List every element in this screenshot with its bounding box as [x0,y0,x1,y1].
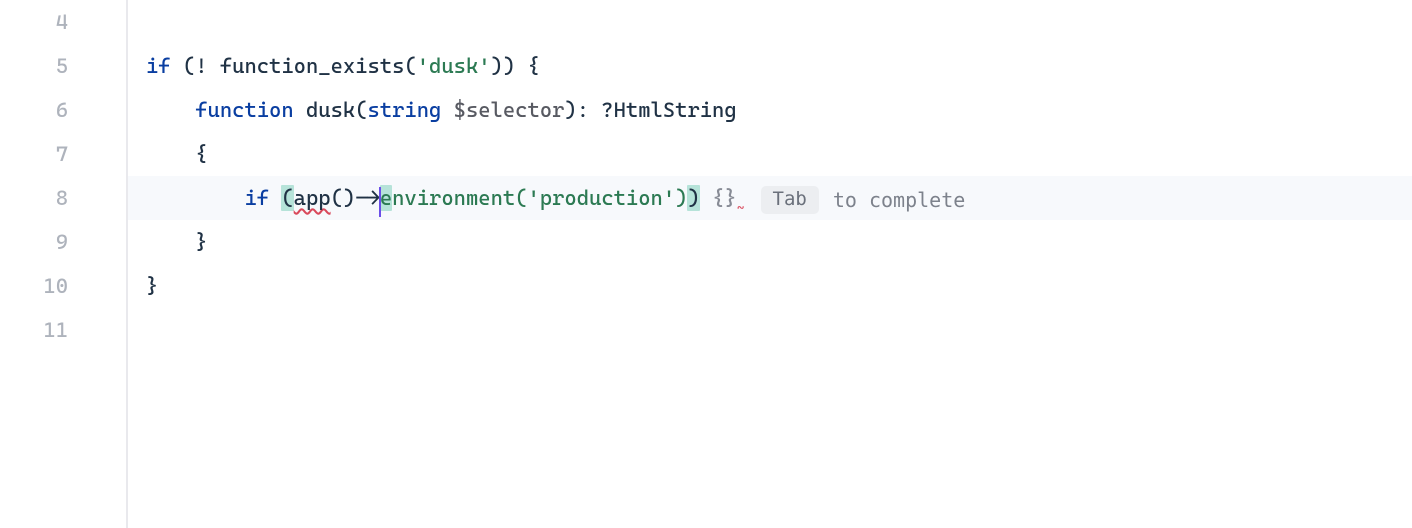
line-number: 10 [0,264,126,308]
indent [146,142,195,166]
code-area[interactable]: if (! function_exists('dusk')) { functio… [128,0,1412,528]
ghost-braces: {} [712,186,737,210]
paren: ( [404,54,416,78]
line-number: 4 [0,0,126,44]
string-literal: 'dusk' [417,54,491,78]
indent [146,186,244,210]
func-call: app [294,186,331,210]
line-number: 5 [0,44,126,88]
keyword-if: if [244,186,269,210]
keyword-function: function [195,98,293,122]
paren: ( [355,98,367,122]
func-name: dusk [306,98,355,122]
line-number-gutter: 4 5 6 7 8 9 10 11 [0,0,128,528]
brace-close: } [195,230,207,254]
line-number: 9 [0,220,126,264]
error-squiggle-icon: ∼ [737,201,743,216]
paren-highlight: ( [281,185,293,211]
space [700,186,712,210]
code-line[interactable]: } [128,220,1412,264]
keyword-if: if [146,54,171,78]
space [441,98,453,122]
completion-first-char: e [380,185,392,211]
brace-close: } [146,274,158,298]
keyword-string: string [368,98,442,122]
line-number: 11 [0,308,126,352]
return-type: HtmlString [614,98,737,122]
code-line[interactable]: function dusk(string $selector): ?HtmlSt… [128,88,1412,132]
completion-hint: Tab to complete [761,178,966,222]
paren: ) [675,186,687,210]
func-name: function_exists [220,54,405,78]
paren-highlight: ) [687,185,699,211]
space [269,186,281,210]
code-text: ()-> [331,186,380,210]
code-editor[interactable]: 4 5 6 7 8 9 10 11 if (! function_exists(… [0,0,1412,528]
completion-text: nvironment [392,186,515,210]
line-number: 7 [0,132,126,176]
variable: $selector [454,98,565,122]
code-text: (! [171,54,220,78]
code-line[interactable] [128,0,1412,44]
code-text: ): ? [564,98,613,122]
code-text: )) { [491,54,540,78]
hint-text: to complete [833,178,965,222]
code-line[interactable]: if (! function_exists('dusk')) { [128,44,1412,88]
tab-key-hint: Tab [761,186,819,214]
line-number: 8 [0,176,126,220]
indent [146,230,195,254]
code-line[interactable] [128,308,1412,352]
code-line-active[interactable]: if (app()->environment('production')) {}… [128,176,1412,220]
brace-open: { [195,142,207,166]
string-literal: 'production' [527,186,675,210]
code-line[interactable]: { [128,132,1412,176]
paren: ( [515,186,527,210]
indent [146,98,195,122]
code-line[interactable]: } [128,264,1412,308]
space [294,98,306,122]
line-number: 6 [0,88,126,132]
